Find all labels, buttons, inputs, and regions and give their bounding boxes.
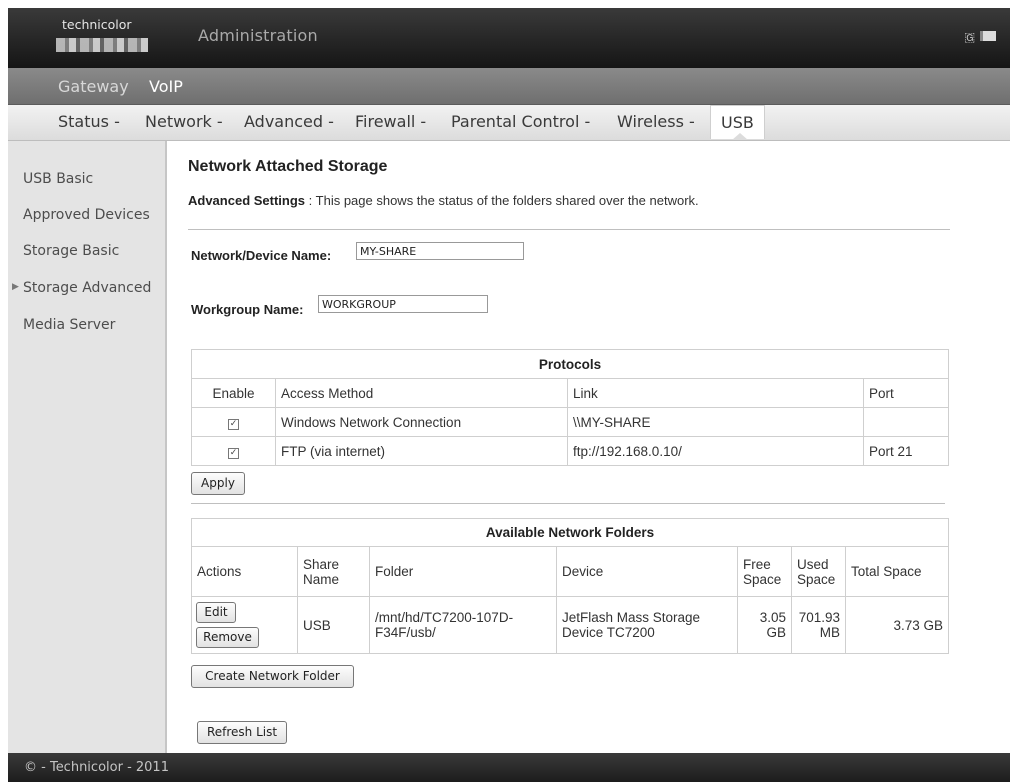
workgroup-input[interactable] <box>318 295 488 313</box>
enable-checkbox[interactable]: ✓ <box>228 448 239 459</box>
share-name-cell: USB <box>297 596 370 654</box>
header-device: Device <box>556 546 738 597</box>
table-row: ✓ FTP (via internet) ftp://192.168.0.10/… <box>191 436 949 466</box>
sub-nav: Status - Network - Advanced - Firewall -… <box>8 105 1010 141</box>
free-space-cell: 3.05 GB <box>737 596 792 654</box>
folders-table: Available Network Folders Actions Share … <box>191 518 949 654</box>
folders-title: Available Network Folders <box>191 518 949 547</box>
header-access-method: Access Method <box>275 378 568 408</box>
copyright-text: © - Technicolor - 2011 <box>24 760 169 775</box>
table-row: Edit Remove USB /mnt/hd/TC7200-107D-F34F… <box>191 596 949 654</box>
active-arrow-icon: ▶ <box>12 282 19 292</box>
access-method-cell: FTP (via internet) <box>275 436 568 466</box>
main-nav: Gateway VoIP <box>8 68 1010 105</box>
app-title: Administration <box>198 26 318 45</box>
enable-checkbox[interactable]: ✓ <box>228 419 239 430</box>
header-enable: Enable <box>191 378 276 408</box>
device-name-input[interactable] <box>356 242 524 260</box>
table-row: ✓ Windows Network Connection \\MY-SHARE <box>191 407 949 437</box>
header-port: Port <box>863 378 949 408</box>
header-share-name: Share Name <box>297 546 370 597</box>
used-space-cell: 701.93 MB <box>791 596 846 654</box>
device-name-label: Network/Device Name: <box>191 248 332 263</box>
header-folder: Folder <box>369 546 557 597</box>
link-cell: \\MY-SHARE <box>567 407 864 437</box>
technicolor-logo: technicolor <box>56 17 148 57</box>
remove-button[interactable]: Remove <box>196 627 259 648</box>
workgroup-label: Workgroup Name: <box>191 302 304 317</box>
folder-cell: /mnt/hd/TC7200-107D-F34F/usb/ <box>369 596 557 654</box>
create-network-folder-button[interactable]: Create Network Folder <box>191 665 354 688</box>
page-title: Network Attached Storage <box>188 158 388 175</box>
flag-icon[interactable]: 🇬 <box>964 30 975 45</box>
total-space-cell: 3.73 GB <box>845 596 949 654</box>
access-method-cell: Windows Network Connection <box>275 407 568 437</box>
edit-button[interactable]: Edit <box>196 602 236 623</box>
header-actions: Actions <box>191 546 298 597</box>
sidebar-item-storage-basic[interactable]: Storage Basic <box>23 243 119 259</box>
logo-bar <box>56 38 148 52</box>
tab-network[interactable]: Network - <box>145 112 223 131</box>
divider <box>191 503 945 504</box>
sidebar: USB Basic Approved Devices Storage Basic… <box>8 141 167 753</box>
port-cell: Port 21 <box>863 436 949 466</box>
intro-heading: Advanced Settings <box>188 193 306 208</box>
sidebar-item-media-server[interactable]: Media Server <box>23 317 115 333</box>
screen-icon[interactable] <box>980 31 996 41</box>
tab-parental-control[interactable]: Parental Control - <box>451 112 590 131</box>
apply-button[interactable]: Apply <box>191 472 245 495</box>
nav-voip[interactable]: VoIP <box>149 77 183 96</box>
protocols-title: Protocols <box>191 349 949 379</box>
nav-gateway[interactable]: Gateway <box>58 77 129 96</box>
tab-wireless[interactable]: Wireless - <box>617 112 695 131</box>
header: technicolor Administration 🇬 <box>8 8 1010 68</box>
port-cell <box>863 407 949 437</box>
device-cell: JetFlash Mass Storage Device TC7200 <box>556 596 738 654</box>
header-free-space: Free Space <box>737 546 792 597</box>
refresh-list-button[interactable]: Refresh List <box>197 721 287 744</box>
sidebar-item-usb-basic[interactable]: USB Basic <box>23 171 93 187</box>
tab-usb[interactable]: USB <box>710 105 765 140</box>
logo-text: technicolor <box>62 17 132 32</box>
header-used-space: Used Space <box>791 546 846 597</box>
divider <box>188 229 950 230</box>
protocols-table: Protocols Enable Access Method Link Port… <box>191 349 949 466</box>
header-total-space: Total Space <box>845 546 949 597</box>
footer: © - Technicolor - 2011 <box>8 753 1010 782</box>
intro-description: : This page shows the status of the fold… <box>308 193 699 208</box>
intro-text: Advanced Settings : This page shows the … <box>188 193 699 208</box>
sidebar-item-storage-advanced[interactable]: Storage Advanced <box>23 280 151 296</box>
tab-status[interactable]: Status - <box>58 112 120 131</box>
header-link: Link <box>567 378 864 408</box>
sidebar-item-approved-devices[interactable]: Approved Devices <box>23 207 150 223</box>
link-cell: ftp://192.168.0.10/ <box>567 436 864 466</box>
tab-firewall[interactable]: Firewall - <box>355 112 426 131</box>
tab-advanced[interactable]: Advanced - <box>244 112 334 131</box>
